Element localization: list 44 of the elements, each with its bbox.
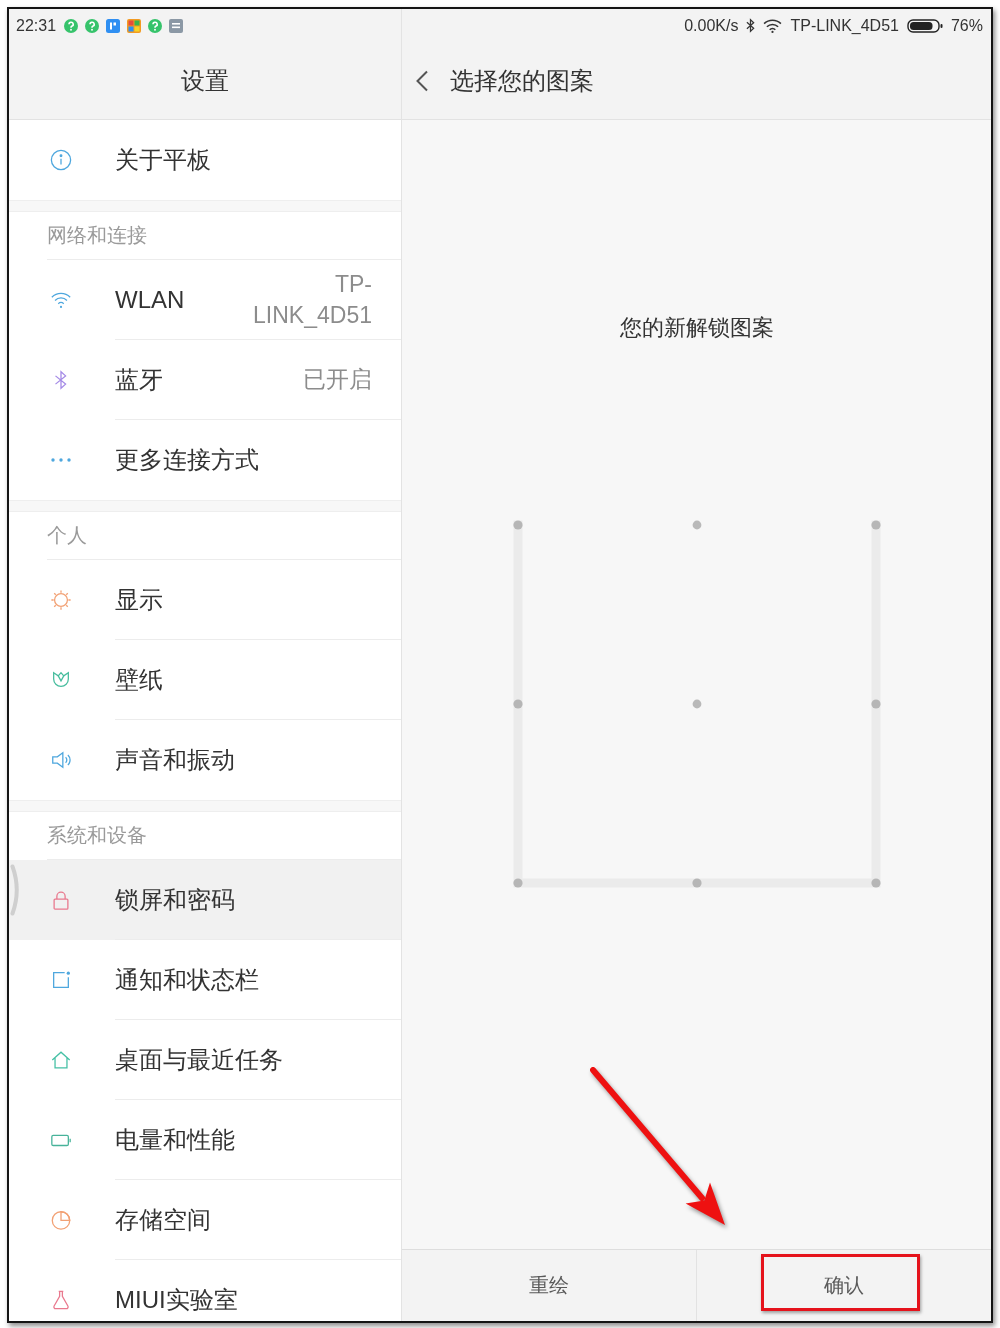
square-dot-icon <box>50 969 72 991</box>
status-time: 22:31 <box>16 16 57 35</box>
wifi-icon <box>763 18 783 33</box>
help-circle-icon <box>64 18 79 33</box>
pattern-dot[interactable] <box>512 878 523 888</box>
pattern-dot[interactable] <box>692 520 701 530</box>
sidebar-title: 设置 <box>181 65 229 96</box>
wifi-name: TP-LINK_4D51 <box>790 16 899 35</box>
lock-icon <box>50 889 72 911</box>
pattern-dot[interactable] <box>870 878 881 888</box>
pattern-dot[interactable] <box>870 520 881 530</box>
bluetooth-icon <box>746 18 756 33</box>
speaker-icon <box>50 749 72 771</box>
pattern-dot[interactable] <box>692 699 701 709</box>
flask-icon <box>50 1289 72 1311</box>
pattern-dot[interactable] <box>870 699 881 709</box>
pattern-prompt: 您的新解锁图案 <box>619 314 774 342</box>
home-icon <box>50 1049 72 1071</box>
page-title: 选择您的图案 <box>450 65 594 96</box>
settings-item[interactable]: 锁屏和密码 <box>9 860 401 940</box>
app-tile-icon <box>106 18 121 33</box>
battery-icon <box>906 18 943 33</box>
section-header: 网络和连接 <box>47 223 147 248</box>
info-icon <box>50 149 72 171</box>
edge-handle-icon <box>10 864 22 916</box>
redraw-button[interactable]: 重绘 <box>402 1250 696 1321</box>
battery-percent: 76% <box>950 16 983 35</box>
back-icon[interactable] <box>416 69 428 92</box>
network-speed: 0.00K/s <box>684 16 739 35</box>
pattern-dot[interactable] <box>512 699 523 709</box>
pattern-dot[interactable] <box>512 520 523 530</box>
confirm-button[interactable]: 确认 <box>696 1250 991 1321</box>
item-value: 已开启 <box>303 365 372 394</box>
grid-tile-icon <box>127 18 142 33</box>
pattern-dot[interactable] <box>691 878 702 888</box>
section-header: 个人 <box>47 523 87 548</box>
list-tile-icon <box>169 18 184 33</box>
dots-icon <box>51 458 71 462</box>
section-header: 系统和设备 <box>47 823 147 848</box>
sun-icon <box>50 589 72 611</box>
item-value: TP-LINK_4D51 <box>252 269 372 330</box>
help-circle-icon <box>148 18 163 33</box>
pie-chart-icon <box>50 1209 72 1231</box>
help-circle-icon <box>85 18 100 33</box>
